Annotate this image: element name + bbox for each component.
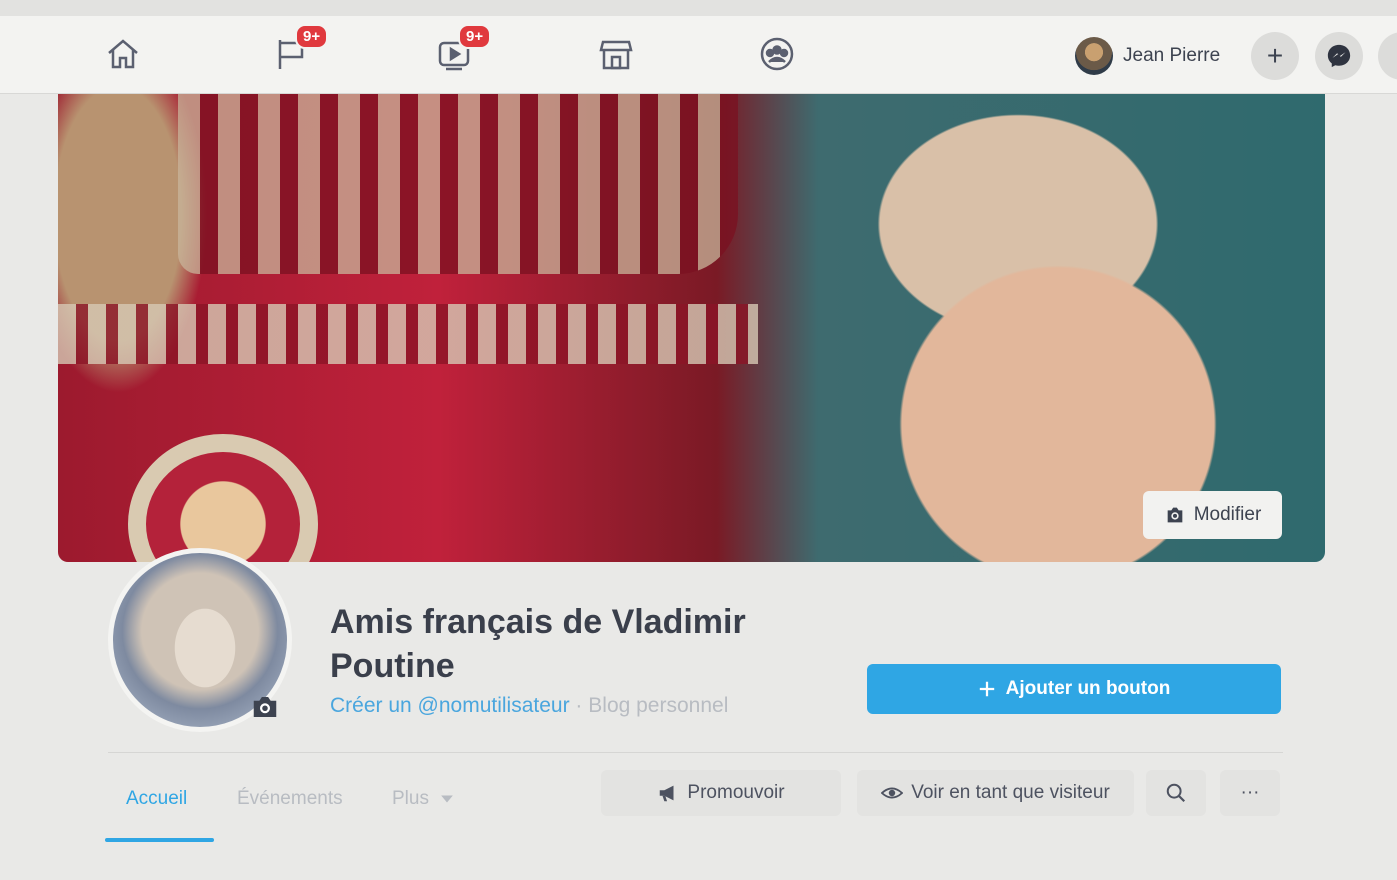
subline-separator: · (569, 694, 589, 717)
watch-notification-badge: 9+ (458, 24, 492, 49)
divider (108, 752, 1283, 753)
camera-icon (1167, 507, 1183, 523)
page-subline: Créer un @nomutilisateur · Blog personne… (330, 694, 728, 718)
profile-chip[interactable]: Jean Pierre (1075, 36, 1220, 76)
more-options-button[interactable]: ··· (1220, 770, 1280, 816)
create-username-link[interactable]: Créer un @nomutilisateur (330, 694, 570, 717)
user-name: Jean Pierre (1123, 45, 1221, 66)
add-button-button[interactable]: Ajouter un bouton (867, 664, 1281, 714)
groups-icon[interactable] (757, 34, 797, 74)
create-button[interactable]: + (1251, 32, 1299, 80)
tab-more[interactable]: Plus (392, 788, 454, 810)
tab-more-label: Plus (392, 788, 429, 809)
messenger-button[interactable] (1315, 32, 1363, 80)
marketplace-icon[interactable] (596, 34, 636, 74)
page-title: Amis français de Vladimir Poutine (330, 603, 746, 685)
pages-notification-badge: 9+ (295, 24, 329, 49)
view-as-visitor-label: Voir en tant que visiteur (911, 782, 1110, 803)
plus-icon (979, 681, 994, 697)
view-as-visitor-button[interactable]: Voir en tant que visiteur (857, 770, 1134, 816)
home-icon[interactable] (103, 34, 143, 74)
browser-strip (0, 0, 1397, 16)
cover-photo-detail (178, 94, 738, 274)
tab-events[interactable]: Événements (237, 788, 343, 810)
modify-cover-label: Modifier (1193, 504, 1262, 525)
search-icon (1166, 783, 1186, 803)
account-menu-button[interactable] (1378, 32, 1397, 80)
cover-photo (58, 94, 1325, 562)
video-icon[interactable]: 9+ (434, 24, 492, 74)
flag-icon[interactable]: 9+ (271, 24, 329, 74)
cover-photo-detail (128, 434, 318, 562)
search-button[interactable] (1146, 770, 1206, 816)
top-navigation-bar: 9+ 9+ Jean Pierre + (0, 0, 1397, 94)
messenger-icon (1327, 44, 1351, 68)
page-category: Blog personnel (588, 694, 729, 717)
camera-icon[interactable] (248, 690, 282, 724)
modify-cover-button[interactable]: Modifier (1143, 491, 1282, 539)
chevron-down-icon (441, 795, 454, 803)
tab-home[interactable]: Accueil (126, 788, 187, 810)
eye-icon (881, 787, 904, 799)
promote-label: Promouvoir (687, 782, 785, 803)
promote-button[interactable]: Promouvoir (601, 770, 841, 816)
add-button-label: Ajouter un bouton (1005, 678, 1171, 699)
megaphone-icon (660, 785, 674, 802)
active-tab-indicator (105, 838, 214, 842)
user-avatar (1075, 37, 1113, 75)
cover-photo-detail (58, 304, 758, 364)
